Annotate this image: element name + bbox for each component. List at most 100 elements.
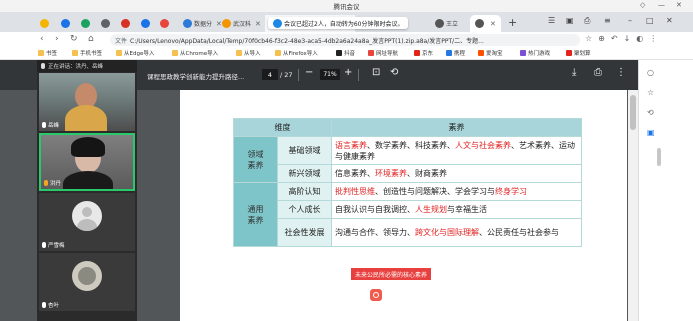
toast-text: 会议已超过2人，自动转为60分钟限时会议。 <box>284 20 404 28</box>
tab-favicon <box>183 19 192 28</box>
tab-icon-6[interactable] <box>141 15 152 32</box>
fit-page-icon[interactable]: ⊡ <box>372 67 380 78</box>
split-icon[interactable]: ▣ <box>566 16 574 25</box>
tab-icon-4[interactable] <box>101 15 112 32</box>
taobao-icon <box>478 50 484 56</box>
ctrip-icon <box>446 50 452 56</box>
cell-text: 、公民责任与社会参与 <box>479 228 559 237</box>
close-icon[interactable]: ✕ <box>216 20 222 28</box>
file-scheme-label: 文件 <box>115 37 128 45</box>
participant-tile-speaking[interactable]: 洪丹 <box>39 133 135 191</box>
address-bar[interactable]: 文件 C:/Users/Lenovo/AppData/Local/Temp/70… <box>110 34 580 46</box>
history-icon[interactable]: ⟲ <box>647 108 654 117</box>
tab-list-icon[interactable]: ☰ <box>548 16 555 25</box>
participant-name: 严雪梅 <box>42 241 65 249</box>
competency-table: 维度 素养 领域素养 基础领域 语言素养、数学素养、科技素养、人文与社会素养、艺… <box>233 118 582 247</box>
print-icon[interactable]: ⎙ <box>584 16 590 26</box>
tab-icon-2[interactable] <box>61 15 72 32</box>
bookmark-label: 手机书签 <box>80 51 103 57</box>
pin-icon[interactable]: ◇ <box>640 1 645 9</box>
mic-icon <box>42 242 46 248</box>
zoom-in-button[interactable]: + <box>344 67 352 78</box>
bookmark-item[interactable]: 从导入 <box>236 49 261 57</box>
participant-tile[interactable]: 杏叶 <box>39 253 135 311</box>
header-competency: 素养 <box>331 118 582 137</box>
forward-icon[interactable]: › <box>55 34 59 44</box>
meeting-speaking-status: 正在讲话：洪丹、岳峰 <box>37 60 137 72</box>
scrollbar-thumb[interactable] <box>630 95 636 130</box>
bookmarks-bar: 书签 手机书签 从Edge导入 从Chrome导入 从导入 从Firefox导入… <box>0 48 693 60</box>
zoom-out-button[interactable]: − <box>305 67 313 78</box>
close-icon[interactable]: ✕ <box>666 16 673 25</box>
search-icon[interactable]: ○ <box>647 68 654 77</box>
bookmark-item[interactable]: 从Firefox导入 <box>275 49 318 57</box>
tab-favicon <box>40 19 49 28</box>
bookmark-item[interactable]: 书签 <box>38 49 57 57</box>
tab-icon-5[interactable] <box>121 15 132 32</box>
participant-video-body <box>65 105 107 131</box>
minimize-icon[interactable]: — <box>658 1 665 9</box>
minimize-icon[interactable]: – <box>628 16 632 25</box>
bookmark-item[interactable]: 携程 <box>446 49 465 57</box>
page-number-input[interactable]: 4 <box>262 69 278 80</box>
reload-icon[interactable]: ↻ <box>70 34 78 44</box>
table-row: 领域素养 基础领域 语言素养、数学素养、科技素养、人文与社会素养、艺术素养、运动… <box>233 136 582 183</box>
close-icon[interactable]: ✕ <box>490 20 496 28</box>
mic-icon <box>44 180 48 186</box>
maximize-icon[interactable]: □ <box>646 16 654 25</box>
tab-wuhan[interactable]: 武汉科 ✕ <box>222 15 261 32</box>
app-icon[interactable]: ▣ <box>647 128 655 137</box>
tab-icon-3[interactable] <box>81 15 92 32</box>
bookmark-item[interactable]: 网址导航 <box>368 49 398 57</box>
tab-active[interactable]: ✕ <box>470 15 501 32</box>
pdf-logo-icon <box>370 289 382 301</box>
tab-icon-7[interactable] <box>160 15 171 32</box>
participant-tile[interactable]: 岳峰 <box>39 73 135 131</box>
print-icon[interactable]: ⎙ <box>594 67 602 78</box>
avatar-photo <box>78 267 96 285</box>
subgroup-label: 高阶认知 <box>277 182 332 201</box>
highlight-text: 语言素养 <box>335 140 367 150</box>
more-icon[interactable]: ⋮ <box>616 67 626 78</box>
folder-icon <box>236 50 242 56</box>
close-icon[interactable]: ✕ <box>676 1 682 9</box>
table-row: 社会性发展 沟通与合作、领导力、跨文化与国际理解、公民责任与社会参与 <box>234 218 582 247</box>
tab-data[interactable]: 数据分 ✕ <box>183 15 222 32</box>
info-icon <box>273 18 282 28</box>
browser-side-panel: ○ ☆ ⟲ ▣ <box>638 60 693 321</box>
bookmark-item[interactable]: 抖音 <box>336 49 355 57</box>
tab-favicon <box>222 19 231 28</box>
participant-name: 岳峰 <box>42 121 59 129</box>
bookmark-item[interactable]: 从Edge导入 <box>116 49 154 57</box>
bookmark-item[interactable]: 聚划算 <box>566 49 591 57</box>
menu-icon[interactable]: ≡ <box>604 16 611 25</box>
participant-tile[interactable]: 严雪梅 <box>39 193 135 251</box>
back-icon[interactable]: ‹ <box>40 34 44 44</box>
bookmark-item[interactable]: 热门游戏 <box>520 49 550 57</box>
toolbar-icons[interactable]: ☆⊕↶↓◐⋮ <box>585 34 663 43</box>
tab-wang[interactable]: 王立 <box>435 15 458 32</box>
bookmark-item[interactable]: 从Chrome导入 <box>172 49 218 57</box>
bookmark-label: 书签 <box>46 51 58 57</box>
page-total: / 27 <box>280 71 293 79</box>
bookmark-label: 京东 <box>422 51 434 57</box>
home-icon[interactable]: ⌂ <box>88 34 94 44</box>
bookmark-item[interactable]: 手机书签 <box>72 49 102 57</box>
zoom-input[interactable]: 71% <box>320 69 340 80</box>
favorites-icon[interactable]: ☆ <box>647 88 654 97</box>
bookmark-item[interactable]: 爱淘宝 <box>478 49 503 57</box>
bookmark-item[interactable]: 京东 <box>414 49 433 57</box>
tab-icon-1[interactable] <box>40 15 51 32</box>
bookmark-label: 从Edge导入 <box>124 51 155 57</box>
speaking-text: 正在讲话：洪丹、岳峰 <box>48 64 104 70</box>
rotate-icon[interactable]: ⟲ <box>390 67 398 78</box>
close-icon[interactable]: ✕ <box>255 20 261 28</box>
participant-name-text: 洪丹 <box>50 181 62 187</box>
new-tab-button[interactable]: + <box>508 16 517 29</box>
highlight-text: 终身学习 <box>495 187 527 196</box>
folder-icon <box>116 50 122 56</box>
download-icon[interactable]: ⤓ <box>572 67 576 78</box>
bookmark-label: 从Chrome导入 <box>180 51 219 57</box>
pdf-scrollbar[interactable] <box>628 90 638 321</box>
side-scroll-indicator[interactable] <box>657 148 661 166</box>
